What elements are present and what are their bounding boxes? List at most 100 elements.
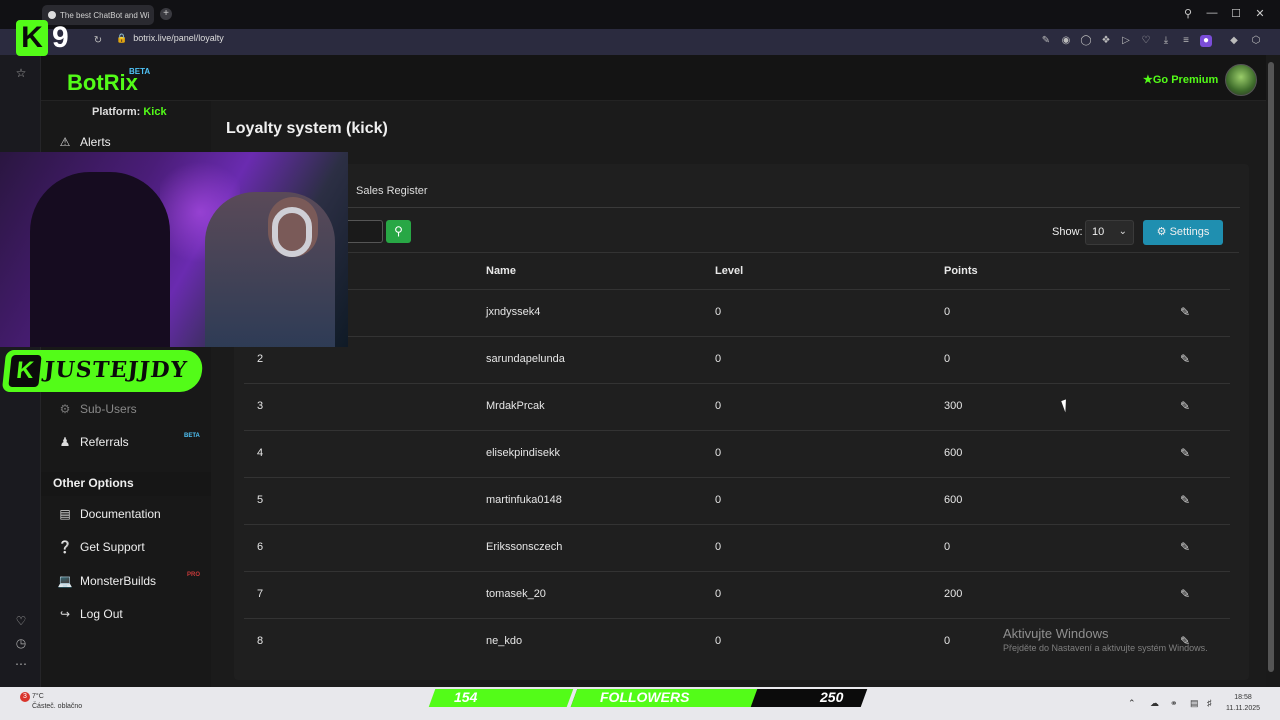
settings-button[interactable]: ⚙ Settings: [1143, 220, 1223, 245]
sidebar-item-label: Log Out: [80, 607, 123, 621]
mic-icon[interactable]: ⚭: [1170, 698, 1178, 709]
clock[interactable]: 18:58 11.11.2025: [1226, 692, 1260, 714]
lock-icon: 🔒: [116, 33, 128, 43]
show-count-select[interactable]: 10 ⌄: [1085, 220, 1134, 245]
new-tab-button[interactable]: +: [160, 8, 172, 20]
menu-icon[interactable]: ≡: [1180, 35, 1192, 47]
streamer-nameplate: K JUSTEJJDY: [1, 350, 205, 392]
row-name: martinfuka0148: [486, 494, 562, 506]
heart-outline-icon[interactable]: ♡: [14, 614, 28, 628]
column-header-level[interactable]: Level: [715, 265, 743, 277]
sidebar-item-log-out[interactable]: ↪ Log Out: [57, 607, 123, 621]
column-header-name[interactable]: Name: [486, 265, 516, 277]
tab-sales-register[interactable]: Sales Register: [356, 185, 428, 197]
row-name: Erikssonsczech: [486, 541, 563, 553]
sidebar-item-monsterbuilds[interactable]: 💻 MonsterBuilds: [57, 574, 157, 588]
sidebar-item-referrals[interactable]: ♟ Referrals: [57, 435, 129, 449]
row-level: 0: [715, 588, 722, 600]
star-icon[interactable]: ☆: [14, 66, 28, 80]
platform-indicator: Platform: Kick: [92, 106, 167, 118]
cube-icon[interactable]: ⬡: [1250, 35, 1262, 47]
weather-badge: 3: [20, 692, 30, 702]
profile-icon[interactable]: ●: [1200, 35, 1212, 47]
reload-icon[interactable]: ↻: [92, 35, 104, 47]
beta-badge: BETA: [129, 67, 151, 76]
sidebar-item-get-support[interactable]: ❔ Get Support: [57, 540, 145, 554]
table-row: [244, 336, 1230, 383]
clock-date: 11.11.2025: [1226, 705, 1260, 712]
scrollbar-thumb[interactable]: [1268, 62, 1274, 672]
row-name: MrdakPrcak: [486, 400, 545, 412]
edit-pencil-icon[interactable]: ✎: [1180, 540, 1190, 554]
search-button[interactable]: ⚲: [386, 220, 411, 243]
page-title: Loyalty system (kick): [226, 120, 388, 137]
sidebar-item-label: Get Support: [80, 540, 145, 554]
minimize-icon[interactable]: —: [1204, 7, 1220, 19]
row-rank: 3: [257, 400, 264, 412]
sidebar-item-sub-users[interactable]: ⚙ Sub-Users: [57, 402, 137, 416]
edit-pencil-icon[interactable]: ✎: [1180, 305, 1190, 319]
nameplate-text: JUSTEJJDY: [42, 357, 189, 383]
row-level: 0: [715, 494, 722, 506]
sidebar-item-documentation[interactable]: ▤ Documentation: [57, 507, 161, 521]
maximize-icon[interactable]: ☐: [1228, 7, 1244, 20]
history-icon[interactable]: ◷: [14, 636, 28, 650]
edit-pencil-icon[interactable]: ✎: [1180, 587, 1190, 601]
table-header-divider: [244, 252, 1239, 253]
row-rank: 6: [257, 541, 264, 553]
row-rank: 8: [257, 635, 264, 647]
search-tabs-icon[interactable]: ⚲: [1180, 7, 1196, 20]
table-row: [244, 289, 1230, 336]
camera-icon[interactable]: ◉: [1060, 35, 1072, 47]
table-row: [244, 477, 1230, 524]
column-header-points[interactable]: Points: [944, 265, 978, 277]
search-icon: ⚲: [394, 224, 403, 238]
row-points: 600: [944, 447, 963, 459]
brand-logo[interactable]: BotRix: [67, 70, 138, 96]
scroll-icon: ▤: [59, 507, 71, 521]
url-text: botrix.live/panel/loyalty: [133, 33, 224, 43]
edit-pencil-icon[interactable]: ✎: [1180, 446, 1190, 460]
diamond-icon[interactable]: ◆: [1228, 35, 1240, 47]
row-points: 0: [944, 306, 951, 318]
follower-goal-bar: 154 FOLLOWERS 250: [424, 689, 868, 709]
sidebar-item-alerts[interactable]: ⚠ Alerts: [57, 135, 111, 149]
heart-icon[interactable]: ♡: [1140, 35, 1152, 47]
edit-pencil-icon[interactable]: ✎: [1180, 399, 1190, 413]
volume-icon[interactable]: ♯: [1207, 698, 1212, 708]
weather-temp: 7°C: [32, 693, 44, 700]
play-icon[interactable]: ▷: [1120, 35, 1132, 47]
chevron-up-icon[interactable]: ⌃: [1128, 698, 1136, 709]
edit-pencil-icon[interactable]: ✎: [1180, 493, 1190, 507]
gears-icon: ⚙: [59, 402, 71, 416]
network-icon[interactable]: ▤: [1190, 698, 1199, 709]
shield-icon[interactable]: ◯: [1080, 35, 1092, 47]
windows-activation-title: Aktivujte Windows: [1003, 626, 1109, 641]
show-label: Show:: [1052, 226, 1083, 238]
chevron-down-icon: ⌄: [1118, 226, 1127, 237]
row-points: 300: [944, 400, 963, 412]
row-name: elisekpindisekk: [486, 447, 560, 459]
avatar[interactable]: [1225, 64, 1257, 96]
cloud-icon[interactable]: ☁: [1150, 698, 1159, 709]
close-icon[interactable]: ✕: [1252, 7, 1268, 20]
row-rank: 7: [257, 588, 264, 600]
row-points: 0: [944, 541, 951, 553]
sidebar-item-label: MonsterBuilds: [80, 574, 157, 588]
windows-activation-text: Přejděte do Nastavení a aktivujte systém…: [1003, 643, 1208, 653]
go-premium-button[interactable]: ★Go Premium: [1143, 73, 1218, 86]
edit-icon[interactable]: ✎: [1040, 35, 1052, 47]
table-row: [244, 571, 1230, 618]
star-icon: ★: [1143, 74, 1153, 86]
row-name: jxndyssek4: [486, 306, 541, 318]
edit-pencil-icon[interactable]: ✎: [1180, 352, 1190, 366]
tabs-divider: [234, 207, 1240, 208]
settings-label: Settings: [1169, 226, 1210, 238]
download-icon[interactable]: ⤓: [1160, 35, 1172, 47]
sidebar-item-label: Documentation: [80, 507, 161, 521]
url-field[interactable]: 🔒 botrix.live/panel/loyalty: [116, 33, 224, 44]
row-name: sarundapelunda: [486, 353, 565, 365]
extensions-icon[interactable]: ❖: [1100, 35, 1112, 47]
other-options-title: Other Options: [53, 476, 134, 490]
more-icon[interactable]: ⋯: [14, 657, 28, 671]
